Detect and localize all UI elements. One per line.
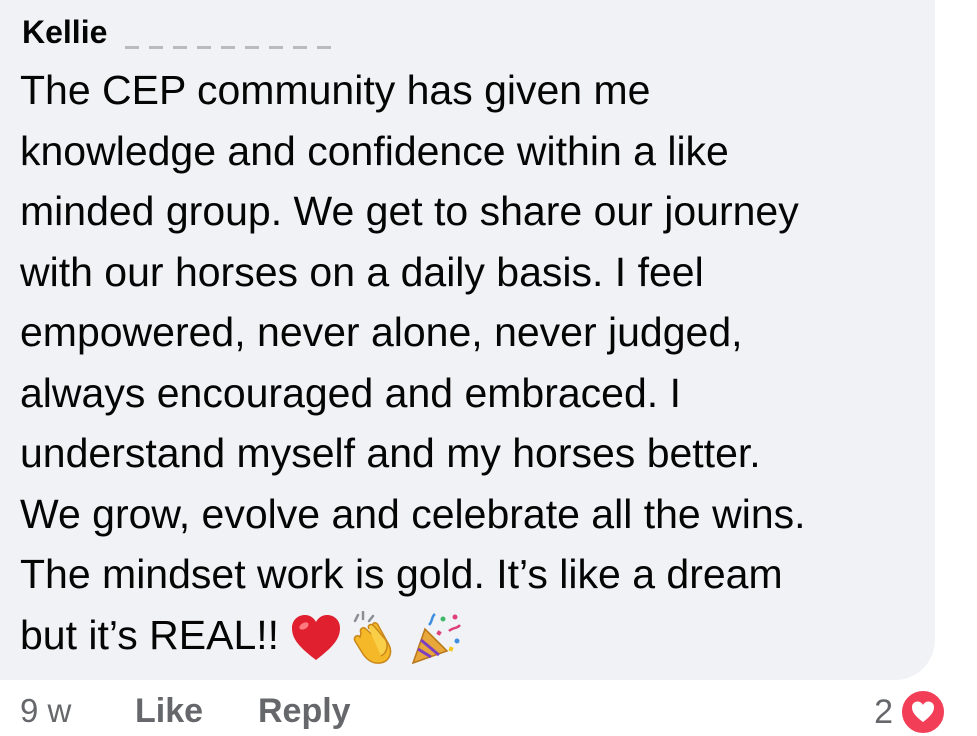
clapping-hands-icon (353, 610, 392, 664)
comment-line: with our horses on a daily basis. I feel (20, 248, 704, 295)
reply-button[interactable]: Reply (258, 692, 351, 731)
comment-line: understand myself and my horses better. (20, 430, 761, 476)
heart-icon (292, 614, 341, 660)
comment-timestamp[interactable]: 9 w (20, 692, 71, 730)
comment-line: knowledge and confidence within a like (20, 127, 729, 174)
comment-body: The CEP community has given me knowledge… (20, 60, 920, 665)
comment-line: The CEP community has given me (20, 67, 651, 113)
comment-line: We grow, evolve and celebrate all the wi… (20, 490, 806, 537)
comment-line: empowered, never alone, never judged, (20, 309, 743, 355)
love-reaction-icon (899, 688, 947, 736)
comment-footer: 9 w Like Reply 2 (0, 686, 977, 736)
comment-line: minded group. We get to share our journe… (20, 188, 799, 234)
like-button[interactable]: Like (135, 692, 203, 731)
redacted-author-surname (125, 14, 336, 50)
reaction-count: 2 (874, 692, 893, 731)
comment-bubble: Kellie The CEP community has given me kn… (0, 0, 935, 680)
comment-line: always encouraged and embraced. I (20, 369, 681, 416)
comment-line: but it’s REAL!! (20, 611, 280, 658)
emoji-group (289, 610, 463, 665)
comment-author-row: Kellie (22, 12, 336, 52)
reaction-summary[interactable]: 2 (874, 688, 947, 736)
comment-line: The mindset work is gold. It’s like a dr… (20, 551, 783, 597)
comment-author-name[interactable]: Kellie (22, 12, 107, 52)
party-popper-icon (411, 612, 462, 664)
